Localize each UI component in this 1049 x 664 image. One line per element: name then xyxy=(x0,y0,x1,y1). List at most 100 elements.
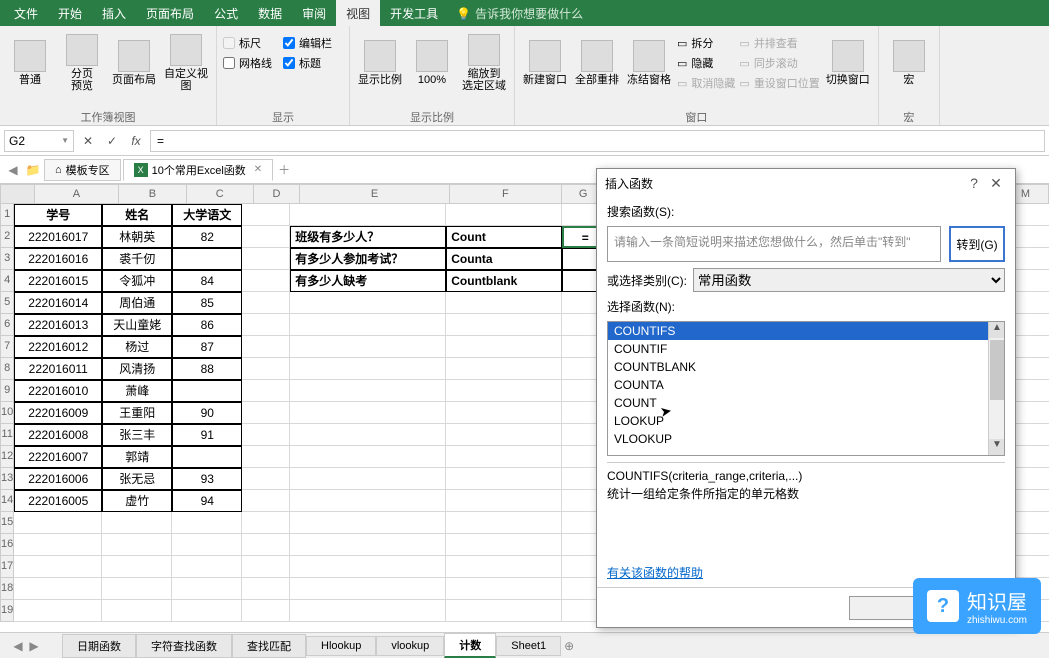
cell[interactable]: 222016014 xyxy=(14,292,102,314)
pagebreak-view-button[interactable]: 分页 预览 xyxy=(58,28,106,98)
cell[interactable] xyxy=(290,446,446,468)
sheet-tab[interactable]: 字符查找函数 xyxy=(136,634,232,658)
row-header[interactable]: 4 xyxy=(0,270,14,292)
cell[interactable] xyxy=(446,534,562,556)
cell[interactable]: Counta xyxy=(446,248,562,270)
cell[interactable]: 222016009 xyxy=(14,402,102,424)
cell[interactable]: 222016011 xyxy=(14,358,102,380)
cell[interactable] xyxy=(446,578,562,600)
menu-tab-formulas[interactable]: 公式 xyxy=(204,0,248,26)
function-item[interactable]: LOOKUP xyxy=(608,412,1004,430)
tell-me[interactable]: 💡告诉我你想要做什么 xyxy=(456,5,583,22)
arrangeall-button[interactable]: 全部重排 xyxy=(573,28,621,98)
col-header[interactable]: F xyxy=(450,184,562,204)
cell[interactable]: 94 xyxy=(172,490,242,512)
cell[interactable]: 91 xyxy=(172,424,242,446)
cell[interactable] xyxy=(242,556,290,578)
row-header[interactable]: 17 xyxy=(0,556,14,578)
cell[interactable]: 张三丰 xyxy=(102,424,172,446)
menu-tab-review[interactable]: 审阅 xyxy=(292,0,336,26)
syncscroll-button[interactable]: ▭ 同步滚动 xyxy=(739,54,819,72)
cell[interactable] xyxy=(242,248,290,270)
cell[interactable] xyxy=(446,512,562,534)
row-header[interactable]: 19 xyxy=(0,600,14,622)
cell[interactable]: 222016006 xyxy=(14,468,102,490)
cell[interactable] xyxy=(290,292,446,314)
resetpos-button[interactable]: ▭ 重设窗口位置 xyxy=(739,74,819,92)
cell[interactable] xyxy=(172,512,242,534)
cell[interactable] xyxy=(172,380,242,402)
dialog-help-button[interactable]: ? xyxy=(963,175,985,191)
row-header[interactable]: 10 xyxy=(0,402,14,424)
cell[interactable] xyxy=(242,600,290,622)
cell[interactable]: 222016017 xyxy=(14,226,102,248)
cell[interactable]: 萧峰 xyxy=(102,380,172,402)
cell[interactable]: 王重阳 xyxy=(102,402,172,424)
cell[interactable] xyxy=(14,534,102,556)
tab-nav-left[interactable]: ◀ xyxy=(4,161,22,179)
cell[interactable] xyxy=(172,578,242,600)
menu-tab-pagelayout[interactable]: 页面布局 xyxy=(136,0,204,26)
cell[interactable] xyxy=(290,556,446,578)
cell[interactable]: 周伯通 xyxy=(102,292,172,314)
scrollbar[interactable]: ▲ ▼ xyxy=(988,322,1004,455)
cell[interactable] xyxy=(242,336,290,358)
cell[interactable] xyxy=(242,292,290,314)
formula-input[interactable]: = xyxy=(150,130,1045,152)
scroll-down-icon[interactable]: ▼ xyxy=(989,439,1005,455)
cell[interactable] xyxy=(172,534,242,556)
switchwindow-button[interactable]: 切换窗口 xyxy=(824,28,872,98)
cell[interactable] xyxy=(290,468,446,490)
cell[interactable]: 222016016 xyxy=(14,248,102,270)
cell[interactable]: 风清扬 xyxy=(102,358,172,380)
sheet-nav-next[interactable]: ▶ xyxy=(26,639,42,653)
cell[interactable] xyxy=(102,578,172,600)
sheet-tab[interactable]: Hlookup xyxy=(306,636,376,656)
col-header[interactable]: D xyxy=(254,184,300,204)
cell[interactable] xyxy=(446,468,562,490)
menu-tab-insert[interactable]: 插入 xyxy=(92,0,136,26)
function-item[interactable]: COUNTIFS xyxy=(608,322,1004,340)
cell[interactable] xyxy=(242,534,290,556)
cell[interactable]: 222016013 xyxy=(14,314,102,336)
cell[interactable] xyxy=(446,204,562,226)
pagelayout-view-button[interactable]: 页面布局 xyxy=(110,28,158,98)
cell[interactable] xyxy=(446,402,562,424)
cell[interactable] xyxy=(14,512,102,534)
cell[interactable] xyxy=(446,556,562,578)
cell[interactable]: 93 xyxy=(172,468,242,490)
col-header[interactable]: A xyxy=(35,184,120,204)
cell[interactable] xyxy=(102,556,172,578)
cell[interactable] xyxy=(102,512,172,534)
add-sheet-button[interactable]: ⊕ xyxy=(561,639,577,653)
cell[interactable] xyxy=(290,490,446,512)
menu-tab-data[interactable]: 数据 xyxy=(248,0,292,26)
cell[interactable] xyxy=(290,402,446,424)
cell[interactable] xyxy=(14,600,102,622)
cell[interactable]: 有多少人缺考 xyxy=(290,270,446,292)
cell[interactable] xyxy=(290,578,446,600)
row-header[interactable]: 15 xyxy=(0,512,14,534)
cell[interactable] xyxy=(242,468,290,490)
cell[interactable] xyxy=(242,358,290,380)
cell[interactable]: 天山童姥 xyxy=(102,314,172,336)
function-item[interactable]: COUNT xyxy=(608,394,1004,412)
cell[interactable] xyxy=(290,534,446,556)
cell[interactable] xyxy=(172,556,242,578)
cell[interactable]: 222016005 xyxy=(14,490,102,512)
sheet-tab[interactable]: 计数 xyxy=(444,633,496,658)
cell[interactable] xyxy=(242,380,290,402)
row-header[interactable]: 6 xyxy=(0,314,14,336)
sidebyside-button[interactable]: ▭ 并排查看 xyxy=(739,34,819,52)
scroll-up-icon[interactable]: ▲ xyxy=(989,322,1005,338)
cell[interactable]: 85 xyxy=(172,292,242,314)
cell[interactable]: 87 xyxy=(172,336,242,358)
headings-checkbox[interactable]: 标题 xyxy=(283,54,332,72)
split-button[interactable]: ▭ 拆分 xyxy=(677,34,735,52)
sheet-tab[interactable]: 查找匹配 xyxy=(232,634,306,658)
cell[interactable]: 86 xyxy=(172,314,242,336)
cell[interactable] xyxy=(102,600,172,622)
row-header[interactable]: 8 xyxy=(0,358,14,380)
cell[interactable] xyxy=(446,292,562,314)
menu-tab-dev[interactable]: 开发工具 xyxy=(380,0,448,26)
